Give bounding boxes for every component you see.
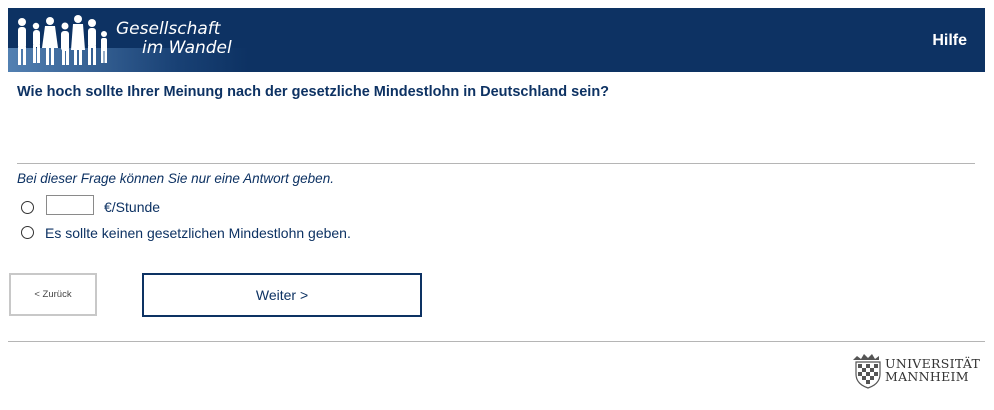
logo-text: Gesellschaft im Wandel xyxy=(116,20,232,58)
header-bar: Gesellschaft im Wandel Hilfe xyxy=(8,8,985,72)
people-silhouettes-icon xyxy=(18,15,107,65)
instruction-text: Bei dieser Frage können Sie nur eine Ant… xyxy=(17,171,334,186)
radio-amount[interactable] xyxy=(21,201,34,214)
university-line2: MANNHEIM xyxy=(885,369,969,384)
help-link[interactable]: Hilfe xyxy=(932,32,967,50)
amount-input[interactable] xyxy=(46,195,94,215)
divider xyxy=(17,163,975,164)
next-button[interactable]: Weiter > xyxy=(142,273,422,317)
logo: Gesellschaft im Wandel xyxy=(8,8,248,72)
university-logo: UNIVERSITÄT MANNHEIM xyxy=(853,352,987,392)
logo-line2: im Wandel xyxy=(142,38,232,58)
question-text: Wie hoch sollte Ihrer Meinung nach der g… xyxy=(17,84,610,100)
back-button[interactable]: < Zurück xyxy=(9,273,97,316)
crest-icon xyxy=(853,354,881,389)
logo-line1: Gesellschaft xyxy=(116,19,221,39)
option-no-minimum-wage-label[interactable]: Es sollte keinen gesetzlichen Mindestloh… xyxy=(45,225,351,241)
radio-no-minimum-wage[interactable] xyxy=(21,226,34,239)
university-name: UNIVERSITÄT MANNHEIM xyxy=(885,357,980,383)
amount-unit-label: €/Stunde xyxy=(104,199,161,215)
footer-divider xyxy=(8,341,985,342)
